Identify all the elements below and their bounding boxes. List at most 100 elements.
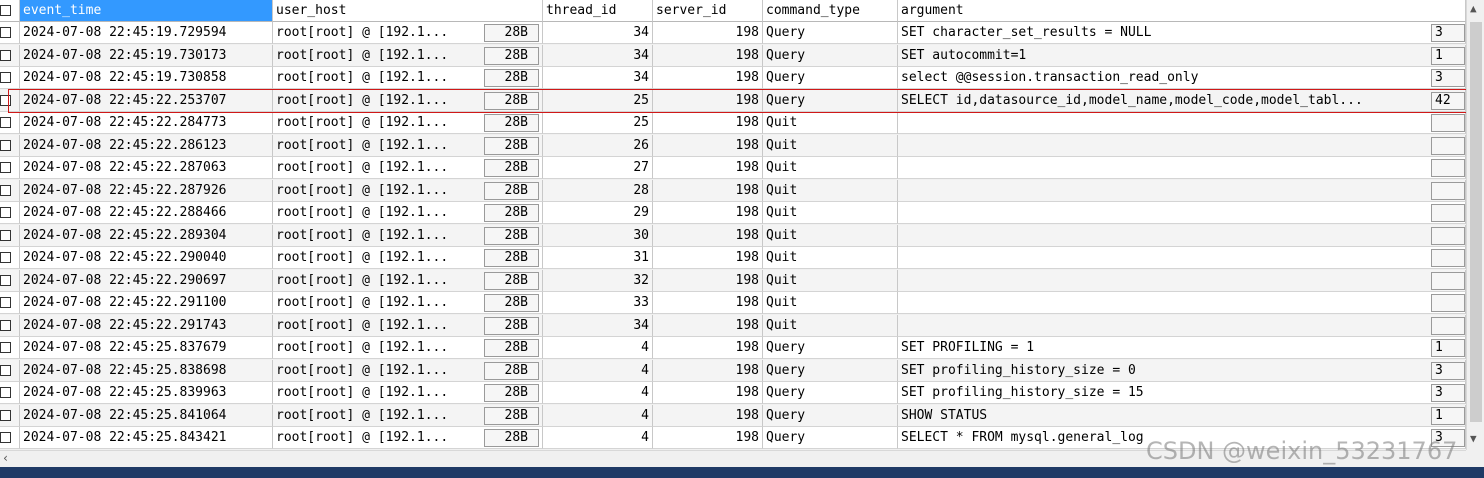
table-row[interactable]: 2024-07-08 22:45:22.253707 root[root] @ [… (0, 89, 1466, 112)
cell-argument[interactable] (898, 179, 1466, 202)
cell-server-id[interactable]: 198 (653, 224, 763, 247)
cell-event-time[interactable]: 2024-07-08 22:45:22.287926 (20, 179, 273, 202)
argument-size-button[interactable]: 1 (1431, 339, 1465, 357)
cell-event-time[interactable]: 2024-07-08 22:45:19.729594 (20, 22, 273, 44)
row-selector[interactable] (0, 427, 20, 449)
cell-event-time[interactable]: 2024-07-08 22:45:22.291743 (20, 314, 273, 337)
cell-event-time[interactable]: 2024-07-08 22:45:25.838698 (20, 359, 273, 382)
table-row[interactable]: 2024-07-08 22:45:22.287926 root[root] @ [… (0, 179, 1466, 202)
blob-size-button[interactable]: 28B (484, 339, 539, 357)
cell-argument[interactable] (898, 112, 1466, 134)
table-row[interactable]: 2024-07-08 22:45:22.290697 root[root] @ [… (0, 269, 1466, 292)
cell-command-type[interactable]: Query (763, 44, 898, 67)
cell-server-id[interactable]: 198 (653, 359, 763, 382)
cell-command-type[interactable]: Query (763, 337, 898, 359)
argument-size-button[interactable] (1431, 204, 1465, 222)
cell-thread-id[interactable]: 34 (543, 314, 653, 337)
cell-thread-id[interactable]: 30 (543, 224, 653, 247)
cell-server-id[interactable]: 198 (653, 67, 763, 89)
column-header-thread-id[interactable]: thread_id (543, 0, 653, 22)
row-selector[interactable] (0, 22, 20, 44)
cell-server-id[interactable]: 198 (653, 247, 763, 269)
cell-thread-id[interactable]: 4 (543, 427, 653, 449)
row-selector[interactable] (0, 382, 20, 404)
cell-thread-id[interactable]: 4 (543, 404, 653, 427)
row-selector[interactable] (0, 112, 20, 134)
argument-size-button[interactable]: 3 (1431, 69, 1465, 87)
cell-argument[interactable]: SET profiling_history_size = 0 (898, 359, 1466, 382)
cell-thread-id[interactable]: 32 (543, 269, 653, 292)
cell-command-type[interactable]: Query (763, 22, 898, 44)
column-header-argument[interactable]: argument (898, 0, 1466, 22)
blob-size-button[interactable]: 28B (484, 316, 539, 335)
cell-event-time[interactable]: 2024-07-08 22:45:25.841064 (20, 404, 273, 427)
result-grid[interactable]: event_time user_host thread_id server_id… (0, 0, 1484, 478)
row-checkbox[interactable] (0, 387, 11, 398)
row-selector[interactable] (0, 44, 20, 67)
cell-argument[interactable] (898, 314, 1466, 337)
cell-argument[interactable]: SELECT * FROM mysql.general_log (898, 427, 1466, 449)
table-row[interactable]: 2024-07-08 22:45:22.286123 root[root] @ [… (0, 134, 1466, 157)
cell-event-time[interactable]: 2024-07-08 22:45:22.286123 (20, 134, 273, 157)
row-selector[interactable] (0, 67, 20, 89)
argument-size-button[interactable]: 3 (1431, 361, 1465, 380)
argument-size-button[interactable] (1431, 181, 1465, 200)
row-checkbox[interactable] (0, 342, 11, 353)
table-row[interactable]: 2024-07-08 22:45:19.729594 root[root] @ [… (0, 22, 1466, 44)
cell-server-id[interactable]: 198 (653, 337, 763, 359)
row-selector[interactable] (0, 337, 20, 359)
column-header-user-host[interactable]: user_host (273, 0, 543, 22)
cell-server-id[interactable]: 198 (653, 179, 763, 202)
argument-size-button[interactable] (1431, 316, 1465, 335)
cell-command-type[interactable]: Quit (763, 157, 898, 179)
cell-event-time[interactable]: 2024-07-08 22:45:22.253707 (20, 89, 273, 112)
row-selector[interactable] (0, 359, 20, 382)
cell-argument[interactable] (898, 269, 1466, 292)
cell-thread-id[interactable]: 34 (543, 67, 653, 89)
table-row[interactable]: 2024-07-08 22:45:25.841064 root[root] @ [… (0, 404, 1466, 427)
argument-size-button[interactable] (1431, 159, 1465, 177)
blob-size-button[interactable]: 28B (484, 46, 539, 65)
blob-size-button[interactable]: 28B (484, 271, 539, 290)
cell-event-time[interactable]: 2024-07-08 22:45:22.291100 (20, 292, 273, 314)
table-row[interactable]: 2024-07-08 22:45:25.843421 root[root] @ [… (0, 427, 1466, 449)
blob-size-button[interactable]: 28B (484, 136, 539, 155)
argument-size-button[interactable] (1431, 114, 1465, 132)
cell-server-id[interactable]: 198 (653, 22, 763, 44)
cell-server-id[interactable]: 198 (653, 292, 763, 314)
cell-server-id[interactable]: 198 (653, 134, 763, 157)
cell-thread-id[interactable]: 33 (543, 292, 653, 314)
cell-thread-id[interactable]: 29 (543, 202, 653, 224)
row-checkbox[interactable] (0, 162, 11, 173)
cell-thread-id[interactable]: 25 (543, 112, 653, 134)
table-row[interactable]: 2024-07-08 22:45:22.287063 root[root] @ [… (0, 157, 1466, 179)
row-selector[interactable] (0, 247, 20, 269)
horizontal-scrollbar[interactable]: ‹ (0, 450, 1466, 467)
cell-thread-id[interactable]: 4 (543, 337, 653, 359)
argument-size-button[interactable] (1431, 226, 1465, 245)
cell-server-id[interactable]: 198 (653, 314, 763, 337)
cell-argument[interactable]: SET PROFILING = 1 (898, 337, 1466, 359)
column-header-event-time[interactable]: event_time (20, 0, 273, 22)
row-checkbox[interactable] (0, 274, 11, 286)
cell-command-type[interactable]: Quit (763, 134, 898, 157)
cell-event-time[interactable]: 2024-07-08 22:45:22.288466 (20, 202, 273, 224)
blob-size-button[interactable]: 28B (484, 69, 539, 87)
chevron-down-icon[interactable]: ▼ (1470, 432, 1477, 445)
blob-size-button[interactable]: 28B (484, 24, 539, 42)
argument-size-button[interactable] (1431, 271, 1465, 290)
blob-size-button[interactable]: 28B (484, 114, 539, 132)
argument-size-button[interactable]: 1 (1431, 46, 1465, 65)
vertical-scrollbar[interactable]: ▲ ▼ (1466, 0, 1484, 450)
argument-size-button[interactable]: 42 (1431, 91, 1465, 110)
cell-server-id[interactable]: 198 (653, 157, 763, 179)
row-selector[interactable] (0, 314, 20, 337)
cell-server-id[interactable]: 198 (653, 89, 763, 112)
chevron-up-icon[interactable]: ▲ (1470, 2, 1477, 15)
cell-event-time[interactable]: 2024-07-08 22:45:19.730858 (20, 67, 273, 89)
cell-command-type[interactable]: Quit (763, 247, 898, 269)
row-checkbox[interactable] (0, 139, 11, 151)
cell-command-type[interactable]: Quit (763, 179, 898, 202)
cell-server-id[interactable]: 198 (653, 382, 763, 404)
chevron-left-icon[interactable]: ‹ (2, 451, 9, 465)
